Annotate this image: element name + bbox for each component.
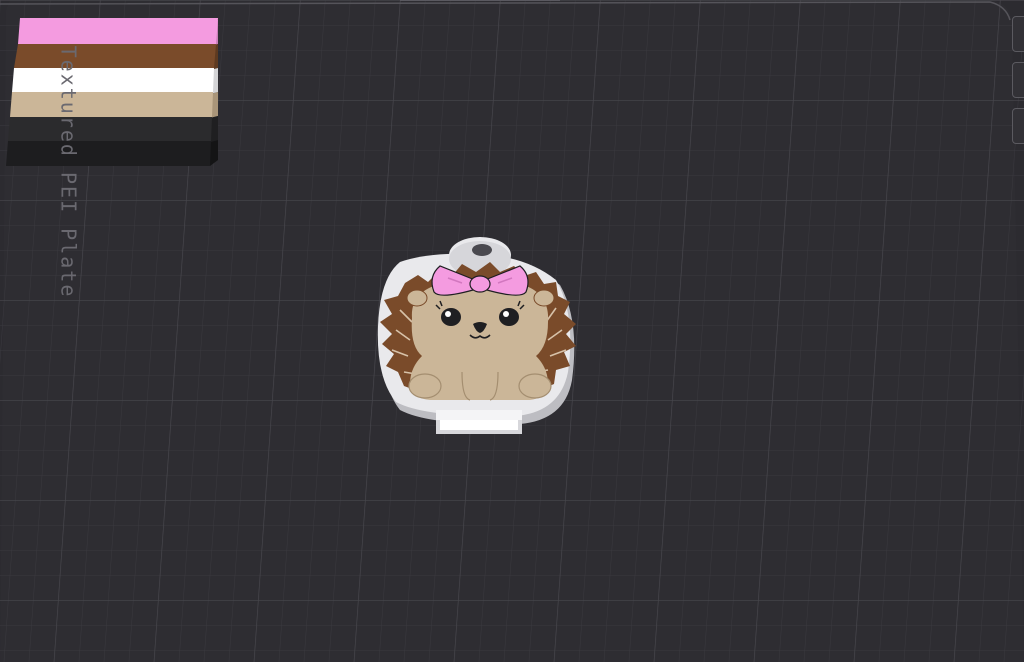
build-plate[interactable] [0, 0, 1024, 662]
swatch-brown [14, 44, 216, 68]
stand-tab [436, 410, 522, 434]
swatch-pink [18, 18, 218, 44]
side-tool-2[interactable] [1012, 62, 1024, 98]
swatch-black [6, 141, 211, 166]
side-tool-1[interactable] [1012, 16, 1024, 52]
swatch-white [12, 68, 214, 92]
filament-color-swatch[interactable] [6, 18, 218, 166]
swatch-dark-gray [8, 117, 212, 141]
bed-label: Textured PEI Plate [56, 45, 81, 299]
3d-viewport[interactable]: Textured PEI Plate [0, 0, 1024, 662]
swatch-tan [10, 92, 213, 117]
side-tool-3[interactable] [1012, 108, 1024, 144]
